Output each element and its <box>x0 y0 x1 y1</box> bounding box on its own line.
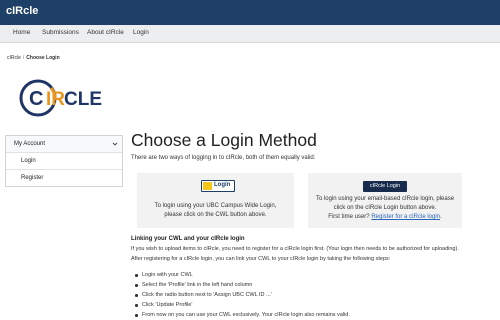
cwl-instructions-line: To login using your UBC Campus Wide Logi… <box>154 203 277 209</box>
link-steps-list: Login with your CWL Select the 'Profile'… <box>133 270 350 320</box>
app-title[interactable]: cIRcle <box>6 5 38 17</box>
nav-login[interactable]: Login <box>133 29 149 36</box>
circle-instructions-line: First time user? Register for a cIRcle l… <box>308 213 462 222</box>
my-account-label: My Account <box>14 141 46 147</box>
sidebar-item-label: Login <box>21 158 36 164</box>
list-item: From now on you can use your CWL exclusi… <box>133 310 350 320</box>
logo-letters-ir: IR <box>46 89 65 110</box>
breadcrumb-current: Choose Login <box>26 55 60 61</box>
register-link[interactable]: Register for a cIRcle login <box>371 214 440 220</box>
ubc-crest-icon <box>203 182 212 190</box>
upload-info-text: If you wish to upload items to cIRcle, y… <box>131 246 459 252</box>
cwl-instructions-line: please click on the CWL button above. <box>164 212 267 218</box>
cwl-login-panel: Login To login using your UBC Campus Wid… <box>137 173 294 228</box>
breadcrumb: cIRcle / Choose Login <box>7 55 60 61</box>
circle-logo[interactable]: C IR CLE <box>18 78 103 118</box>
sidebar-item-label: Register <box>21 175 44 181</box>
sidebar-item-login[interactable]: Login <box>6 153 122 170</box>
circle-instructions-line: click on the cIRcle Login button above. <box>333 205 437 211</box>
first-time-suffix: . <box>440 214 442 220</box>
page-title: Choose a Login Method <box>131 130 317 150</box>
logo-letter-c: C <box>29 88 43 110</box>
app-header: cIRcle <box>0 0 500 25</box>
chevron-down-icon <box>112 142 118 146</box>
list-item: Click 'Update Profile' <box>133 300 350 310</box>
account-menu: My Account Login Register <box>5 135 123 187</box>
my-account-toggle[interactable]: My Account <box>6 136 122 153</box>
nav-submissions[interactable]: Submissions <box>42 29 79 36</box>
breadcrumb-separator: / <box>22 55 25 61</box>
logo-letters-cle: CLE <box>64 89 102 110</box>
circle-instructions-line: To login using your email-based cIRcle l… <box>315 196 455 202</box>
circle-instructions: To login using your email-based cIRcle l… <box>308 195 462 222</box>
list-item: Click the radio button next to 'Assign U… <box>133 290 350 300</box>
list-item: Login with your CWL <box>133 270 350 280</box>
first-time-prefix: First time user? <box>328 214 370 220</box>
cwl-login-button[interactable]: Login <box>201 180 235 192</box>
circle-login-panel: cIRcle Login To login using your email-b… <box>308 173 462 228</box>
cwl-login-label: Login <box>214 182 231 188</box>
sidebar-item-register[interactable]: Register <box>6 170 122 186</box>
nav-home[interactable]: Home <box>13 29 30 36</box>
intro-text: There are two ways of logging in to cIRc… <box>131 155 316 161</box>
circle-login-button[interactable]: cIRcle Login <box>363 181 407 192</box>
breadcrumb-root[interactable]: cIRcle <box>7 55 21 61</box>
main-nav: Home Submissions About cIRcle Login <box>0 25 500 43</box>
cwl-instructions: To login using your UBC Campus Wide Logi… <box>137 202 294 220</box>
link-steps-intro: After registering for a cIRcle login, yo… <box>131 256 391 262</box>
nav-about[interactable]: About cIRcle <box>87 29 124 36</box>
list-item: Select the 'Profile' link in the left ha… <box>133 280 350 290</box>
section-heading: Linking your CWL and your cIRcle login <box>131 236 245 242</box>
